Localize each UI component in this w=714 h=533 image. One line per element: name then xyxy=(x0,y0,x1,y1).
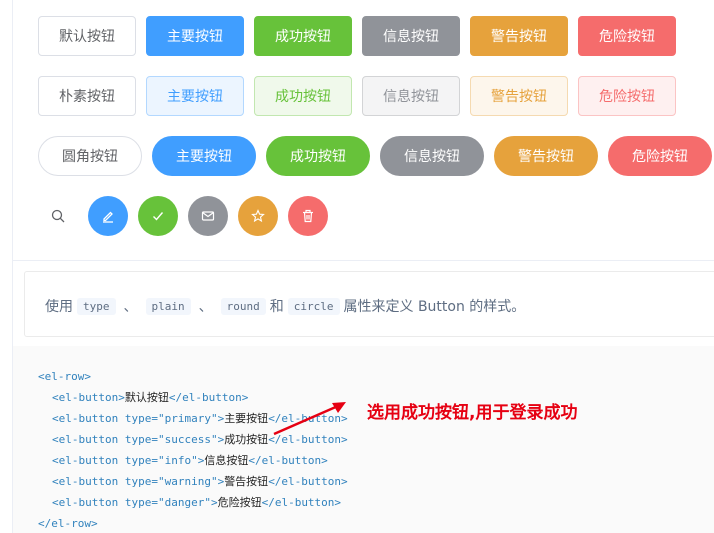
round-default-button[interactable]: 圆角按钮 xyxy=(38,136,142,176)
code-line: <el-button type="info">信息按钮</el-button> xyxy=(52,454,328,468)
code-tag-close: </el-button> xyxy=(268,475,348,488)
desc-and: 和 xyxy=(269,299,284,315)
circle-message-button[interactable] xyxy=(188,196,228,236)
desc-suffix: 属性来定义 Button 的样式。 xyxy=(343,299,526,315)
round-warning-button[interactable]: 警告按钮 xyxy=(494,136,598,176)
code-tag-open: <el-button type="warning"> xyxy=(52,475,225,488)
code-text: 成功按钮 xyxy=(224,433,269,446)
round-primary-button[interactable]: 主要按钮 xyxy=(152,136,256,176)
success-button[interactable]: 成功按钮 xyxy=(254,16,352,56)
desc-code-round: round xyxy=(220,297,266,315)
code-text: 主要按钮 xyxy=(224,412,269,425)
round-danger-button[interactable]: 危险按钮 xyxy=(608,136,712,176)
code-tag-close: </el-button> xyxy=(261,496,342,509)
plain-success-button[interactable]: 成功按钮 xyxy=(254,76,352,116)
plain-primary-button[interactable]: 主要按钮 xyxy=(146,76,244,116)
desc-code-plain: plain xyxy=(145,297,191,315)
round-info-button[interactable]: 信息按钮 xyxy=(380,136,484,176)
circle-edit-button[interactable] xyxy=(88,196,128,236)
plain-danger-button[interactable]: 危险按钮 xyxy=(578,76,676,116)
code-line-row-close: </el-row> xyxy=(38,517,98,530)
desc-code-circle: circle xyxy=(287,297,340,315)
circle-star-button[interactable] xyxy=(238,196,278,236)
desc-sep: 、 xyxy=(123,299,138,315)
description-text: 使用 type 、 plain 、 round 和 circle 属性来定义 B… xyxy=(45,295,525,317)
desc-code-type: type xyxy=(77,297,116,315)
plain-warning-button[interactable]: 警告按钮 xyxy=(470,76,568,116)
code-text: 信息按钮 xyxy=(204,454,249,467)
code-tag-close: </el-button> xyxy=(248,454,328,467)
code-text: 默认按钮 xyxy=(124,391,169,404)
message-icon xyxy=(201,211,215,221)
code-tag-open: <el-button type="danger"> xyxy=(52,496,218,509)
search-icon xyxy=(51,209,65,223)
plain-info-button[interactable]: 信息按钮 xyxy=(362,76,460,116)
desc-sep: 、 xyxy=(198,299,213,315)
annotation-arrow-icon xyxy=(273,402,346,436)
circle-delete-button[interactable] xyxy=(288,196,328,236)
check-icon xyxy=(153,212,164,221)
round-success-button[interactable]: 成功按钮 xyxy=(266,136,370,176)
edit-icon xyxy=(103,211,113,223)
circle-check-button[interactable] xyxy=(138,196,178,236)
code-line: <el-button type="warning">警告按钮</el-butto… xyxy=(52,475,348,489)
primary-button[interactable]: 主要按钮 xyxy=(146,16,244,56)
code-line-row-open: <el-row> xyxy=(38,370,91,383)
section-divider xyxy=(13,260,714,261)
danger-button[interactable]: 危险按钮 xyxy=(578,16,676,56)
info-button[interactable]: 信息按钮 xyxy=(362,16,460,56)
warning-button[interactable]: 警告按钮 xyxy=(470,16,568,56)
code-tag-open: <el-button type="primary"> xyxy=(52,412,225,425)
code-line: <el-button>默认按钮</el-button> xyxy=(52,391,248,405)
annotation-text: 选用成功按钮,用于登录成功 xyxy=(367,403,578,423)
code-tag-open: <el-button> xyxy=(52,391,125,404)
desc-prefix: 使用 xyxy=(45,299,73,315)
code-text: 警告按钮 xyxy=(224,475,269,488)
default-button[interactable]: 默认按钮 xyxy=(38,16,136,56)
circle-search-button[interactable] xyxy=(38,196,78,236)
code-tag-open: <el-button type="info"> xyxy=(52,454,205,467)
delete-icon xyxy=(303,209,313,223)
plain-default-button[interactable]: 朴素按钮 xyxy=(38,76,136,116)
star-icon xyxy=(251,209,265,223)
code-tag-close: </el-button> xyxy=(168,391,249,404)
code-text: 危险按钮 xyxy=(217,496,262,509)
code-line: <el-button type="danger">危险按钮</el-button… xyxy=(52,496,341,510)
code-tag-open: <el-button type="success"> xyxy=(52,433,225,446)
